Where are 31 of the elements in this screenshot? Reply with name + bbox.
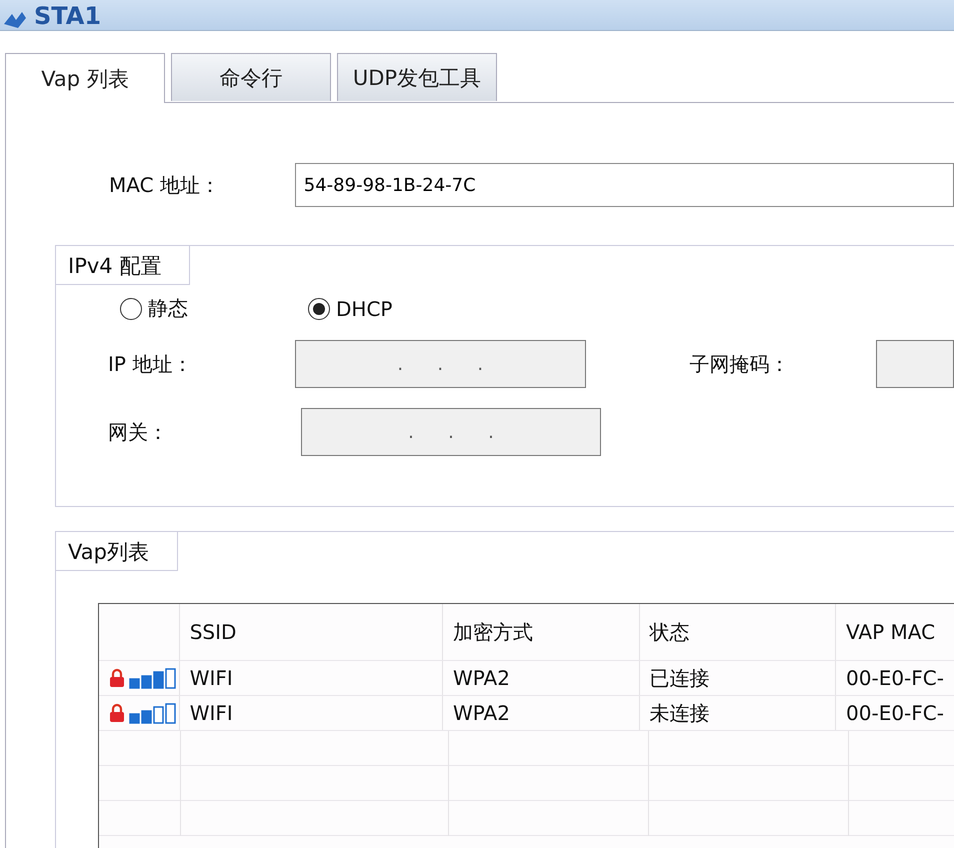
table-cell-text: 00-E0-FC- bbox=[845, 665, 945, 692]
table-cell: WIFI bbox=[180, 661, 443, 695]
signal-icon bbox=[129, 702, 177, 724]
field-label: 网关： bbox=[108, 418, 169, 446]
field-label: 子网掩码： bbox=[690, 350, 791, 378]
table-cell: WPA2 bbox=[442, 696, 640, 730]
radio-button[interactable]: DHCP bbox=[308, 295, 496, 322]
table-cell: WPA2 bbox=[442, 661, 640, 695]
signal-icon bbox=[129, 667, 177, 689]
column-header: 加密方式 bbox=[442, 604, 640, 660]
tab[interactable]: 命令行 bbox=[171, 53, 331, 101]
window-title: STA1 bbox=[34, 4, 102, 28]
column-header: VAP MAC bbox=[845, 619, 936, 646]
field-label: MAC 地址： bbox=[109, 172, 221, 198]
table-cell: WIFI bbox=[180, 696, 443, 730]
group-title: IPv4 配置 bbox=[56, 246, 190, 285]
table-cell: 未连接 bbox=[640, 696, 836, 730]
radio-button[interactable]: 静态 bbox=[120, 295, 308, 322]
lock-icon bbox=[109, 668, 125, 688]
table-cell: 已连接 bbox=[640, 661, 836, 695]
app-icon bbox=[2, 10, 28, 30]
column-header: SSID bbox=[180, 604, 443, 660]
tab[interactable]: Vap 列表 bbox=[5, 53, 165, 103]
table-cell-text: 00-E0-FC- bbox=[845, 700, 945, 727]
column-header: 状态 bbox=[640, 604, 836, 660]
subnet-mask-field[interactable] bbox=[876, 340, 954, 388]
field-label: IP 地址： bbox=[108, 350, 194, 378]
tab[interactable]: UDP发包工具 bbox=[337, 53, 497, 101]
lock-icon bbox=[109, 703, 125, 723]
group-title: Vap列表 bbox=[56, 532, 178, 571]
mac-address-field[interactable]: 54-89-98-1B-24-7C bbox=[294, 163, 954, 207]
